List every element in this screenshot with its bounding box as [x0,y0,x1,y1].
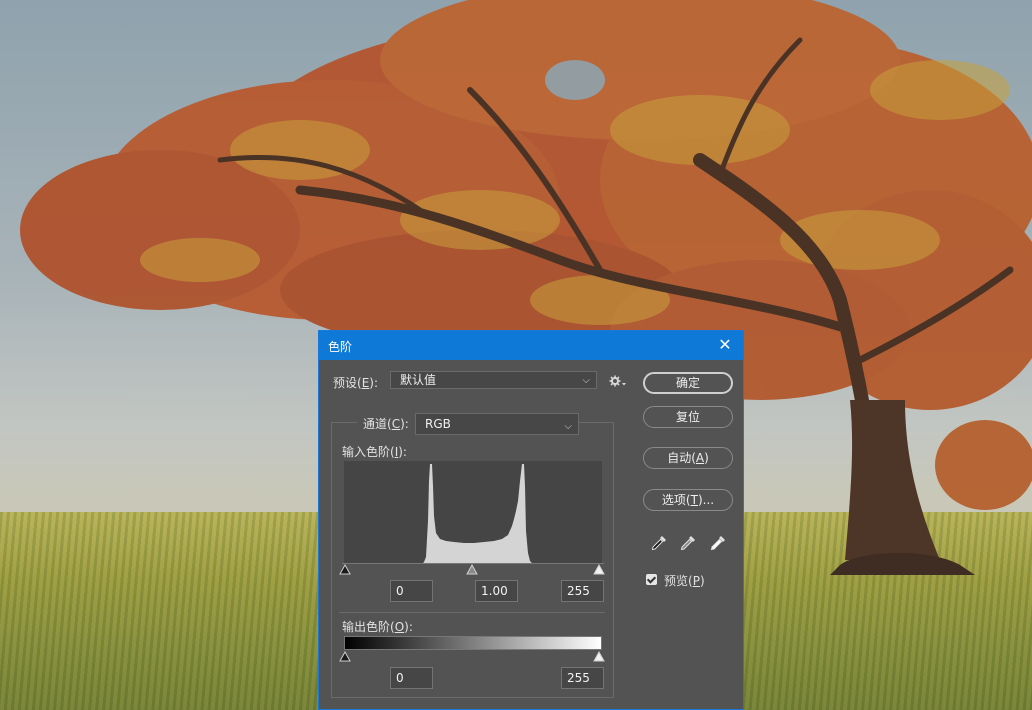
input-black-field[interactable]: 0 [390,580,433,602]
chevron-down-icon: ⌵ [564,421,572,432]
preset-select[interactable]: 默认值 ⌵ [390,371,597,389]
output-gradient-bar [344,636,602,650]
levels-dialog: 色阶 ✕ 预设(E): 默认值 ⌵ 通道(C): RGB ⌵ 输入色阶(I): [318,330,744,710]
channel-label: 通道(C): [357,415,415,432]
preset-value: 默认值 [400,373,437,387]
channel-value: RGB [425,417,451,431]
close-icon[interactable]: ✕ [717,336,733,354]
histogram [344,461,602,564]
auto-button[interactable]: 自动(A) [643,447,733,469]
input-gamma-field[interactable]: 1.00 [475,580,518,602]
output-levels-label: 输出色阶(O): [342,620,413,634]
dialog-title: 色阶 [328,340,353,354]
preview-label[interactable]: 预览(P) [664,572,705,589]
output-white-slider[interactable] [593,651,605,662]
preview-checkbox[interactable] [646,574,657,585]
input-gamma-slider[interactable] [466,564,478,575]
output-white-field[interactable]: 255 [561,667,604,689]
options-button[interactable]: 选项(T)... [643,489,733,511]
divider [339,612,605,613]
black-eyedropper-icon[interactable] [650,534,668,552]
white-eyedropper-icon[interactable] [709,534,727,552]
input-black-slider[interactable] [339,564,351,575]
output-black-field[interactable]: 0 [390,667,433,689]
gear-icon[interactable] [609,375,627,387]
ok-button[interactable]: 确定 [643,372,733,394]
chevron-down-icon: ⌵ [582,375,590,386]
input-white-field[interactable]: 255 [561,580,604,602]
channel-select[interactable]: RGB ⌵ [415,413,579,435]
input-levels-label: 输入色阶(I): [342,445,407,459]
dialog-titlebar[interactable]: 色阶 ✕ [319,331,743,360]
input-white-slider[interactable] [593,564,605,575]
output-black-slider[interactable] [339,651,351,662]
gray-eyedropper-icon[interactable] [679,534,697,552]
reset-button[interactable]: 复位 [643,406,733,428]
preset-label: 预设(E): [333,376,379,390]
